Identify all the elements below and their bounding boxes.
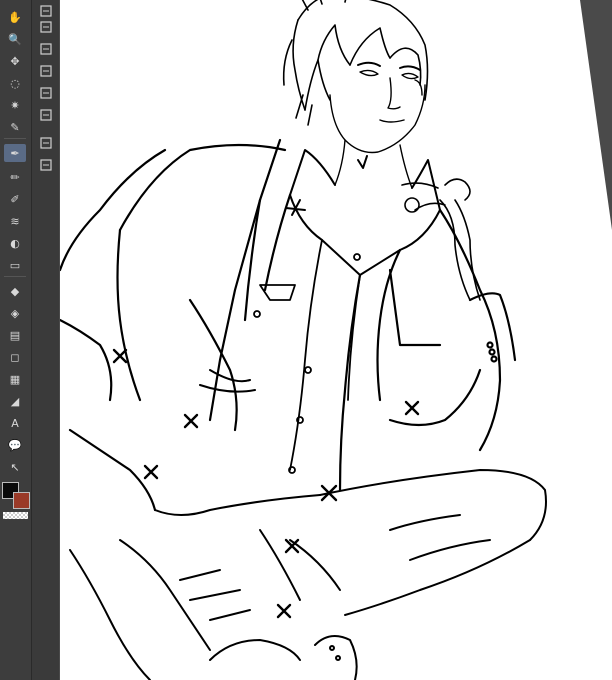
gradient-tool[interactable]: ▤: [4, 326, 26, 344]
fill-tool[interactable]: ◆: [4, 282, 26, 300]
line-art-drawing: [60, 0, 612, 680]
pen-tool[interactable]: ✒: [4, 144, 26, 162]
canvas-edge-shadow: [580, 0, 612, 230]
figure-icon: ◻: [10, 350, 20, 364]
eyedropper-icon: ✎: [10, 120, 20, 134]
magic-wand-icon: ✷: [10, 98, 20, 112]
app-window: ✋ 🔍 ✥ ◌ ✷ ✎ ✒ ✏ ✐ ≋ ◐ ▭ ◆ ◈ ▤ ◻ ▦ ◢ A 💬 ↖: [0, 0, 612, 680]
color-area[interactable]: [0, 478, 31, 528]
layer-color-icon[interactable]: [36, 62, 56, 80]
text-icon: A: [11, 416, 19, 430]
tool-palette: ✋ 🔍 ✥ ◌ ✷ ✎ ✒ ✏ ✐ ≋ ◐ ▭ ◆ ◈ ▤ ◻ ▦ ◢ A 💬 ↖: [0, 0, 32, 680]
face: [329, 61, 426, 154]
transparent-color-swatch[interactable]: [3, 512, 28, 519]
gradient-icon: ▤: [9, 328, 21, 342]
hair: [282, 0, 429, 126]
sub-tool-palette: [32, 0, 60, 680]
eyedropper-tool[interactable]: ✎: [4, 118, 26, 136]
move-tool[interactable]: ✥: [4, 52, 26, 70]
fill-icon: ◆: [10, 284, 20, 298]
pencil-icon: ✏: [10, 170, 20, 184]
eraser-tool[interactable]: ▭: [4, 256, 26, 274]
zoom-tool[interactable]: 🔍: [4, 30, 26, 48]
magic-wand-tool[interactable]: ✷: [4, 96, 26, 114]
eraser-icon: ▭: [9, 258, 21, 272]
background-color-swatch[interactable]: [13, 492, 30, 509]
figure-tool[interactable]: ◻: [4, 348, 26, 366]
pen-icon: ✒: [10, 146, 20, 160]
layer-stack-2-icon[interactable]: [36, 134, 56, 152]
brush-icon: ✐: [10, 192, 20, 206]
layer-fill-icon[interactable]: [36, 18, 56, 36]
drawing-canvas[interactable]: [60, 0, 612, 680]
pencil-tool[interactable]: ✏: [4, 168, 26, 186]
layer-stack-icon[interactable]: [36, 106, 56, 124]
layer-export-icon[interactable]: [36, 156, 56, 174]
neck: [334, 139, 413, 189]
airbrush-tool[interactable]: ≋: [4, 212, 26, 230]
tool-separator: [4, 138, 26, 139]
zoom-icon: 🔍: [8, 32, 22, 46]
bucket-tool[interactable]: ◈: [4, 304, 26, 322]
operation-tool[interactable]: ↖: [4, 458, 26, 476]
blend-tool[interactable]: ◐: [4, 234, 26, 252]
tool-separator: [4, 276, 26, 277]
blend-icon: ◐: [10, 236, 20, 250]
lasso-icon: ◌: [10, 76, 20, 90]
shoe: [209, 635, 358, 680]
brush-tool[interactable]: ✐: [4, 190, 26, 208]
lasso-tool[interactable]: ◌: [4, 74, 26, 92]
hand: [401, 178, 481, 301]
frame-icon: ▦: [9, 372, 21, 386]
frame-tool[interactable]: ▦: [4, 370, 26, 388]
airbrush-icon: ≋: [10, 214, 20, 228]
hand-icon: ✋: [8, 10, 22, 24]
balloon-tool[interactable]: 💬: [4, 436, 26, 454]
shirt-front: [253, 239, 361, 474]
jacket-left: [60, 138, 292, 512]
jacket-right: [338, 208, 517, 492]
layer-ref-icon[interactable]: [36, 84, 56, 102]
move-icon: ✥: [10, 54, 20, 68]
pants: [69, 469, 547, 680]
balloon-icon: 💬: [8, 438, 22, 452]
ruler-tool[interactable]: ◢: [4, 392, 26, 410]
layer-mask-icon[interactable]: [36, 40, 56, 58]
ruler-icon: ◢: [10, 394, 20, 408]
bucket-icon: ◈: [10, 306, 20, 320]
jacket-pocket: [199, 369, 256, 393]
text-tool[interactable]: A: [4, 414, 26, 432]
hand-tool[interactable]: ✋: [4, 8, 26, 26]
operation-icon: ↖: [10, 460, 20, 474]
